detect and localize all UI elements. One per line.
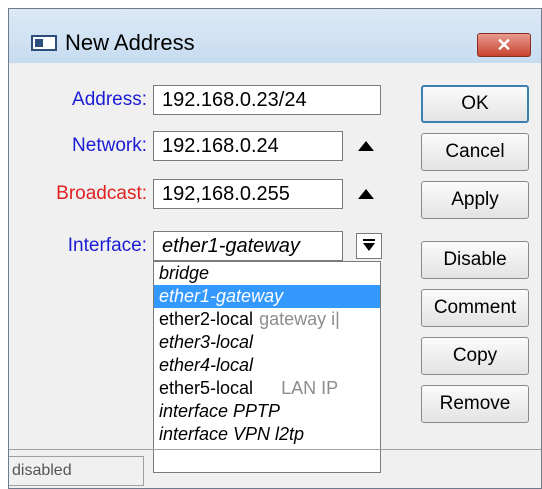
disable-button[interactable]: Disable — [421, 241, 529, 279]
new-address-dialog: New Address ✕ Address: 192.168.0.23/24 N… — [8, 8, 542, 489]
dropdown-bar-icon — [363, 239, 375, 241]
status-text: disabled — [9, 456, 144, 486]
status-bar: disabled — [9, 449, 541, 489]
title-bar[interactable]: New Address ✕ — [9, 9, 541, 63]
remove-button[interactable]: Remove — [421, 385, 529, 423]
chevron-down-icon — [363, 243, 375, 251]
interface-select[interactable]: ether1-gateway — [153, 231, 343, 261]
dropdown-item-bridge[interactable]: bridge — [154, 262, 380, 285]
item-comment: gateway i| — [259, 309, 340, 329]
window-title: New Address — [65, 30, 195, 55]
broadcast-label: Broadcast: — [56, 183, 147, 204]
window-icon — [31, 35, 57, 51]
dropdown-item-ether4-local[interactable]: ether4-local — [154, 354, 380, 377]
dropdown-item-interface-vpn-l2tp[interactable]: interface VPN l2tp — [154, 423, 380, 446]
broadcast-collapse-icon[interactable] — [358, 189, 374, 199]
address-label: Address: — [72, 89, 147, 110]
dropdown-item-ether3-local[interactable]: ether3-local — [154, 331, 380, 354]
copy-button[interactable]: Copy — [421, 337, 529, 375]
network-collapse-icon[interactable] — [358, 141, 374, 151]
dropdown-item-ether1-gateway[interactable]: ether1-gateway — [154, 285, 380, 308]
cancel-button[interactable]: Cancel — [421, 133, 529, 171]
interface-label: Interface: — [67, 235, 147, 256]
interface-dropdown-list: bridge ether1-gateway ether2-local gatewa… — [153, 261, 381, 473]
dropdown-item-ether2-local[interactable]: ether2-local gateway i| — [154, 308, 380, 331]
address-field[interactable]: 192.168.0.23/24 — [153, 85, 381, 115]
network-label: Network: — [72, 135, 147, 156]
network-field[interactable]: 192.168.0.24 — [153, 131, 343, 161]
interface-dropdown-button[interactable] — [356, 233, 382, 259]
ok-button[interactable]: OK — [421, 85, 529, 123]
item-comment: LAN IP — [281, 378, 339, 398]
dropdown-item-ether5-local[interactable]: ether5-local LAN IP — [154, 377, 380, 400]
close-button[interactable]: ✕ — [477, 33, 531, 57]
dropdown-item-interface-pptp[interactable]: interface PPTP — [154, 400, 380, 423]
broadcast-field[interactable]: 192,168.0.255 — [153, 179, 343, 209]
apply-button[interactable]: Apply — [421, 181, 529, 219]
comment-button[interactable]: Comment — [421, 289, 529, 327]
